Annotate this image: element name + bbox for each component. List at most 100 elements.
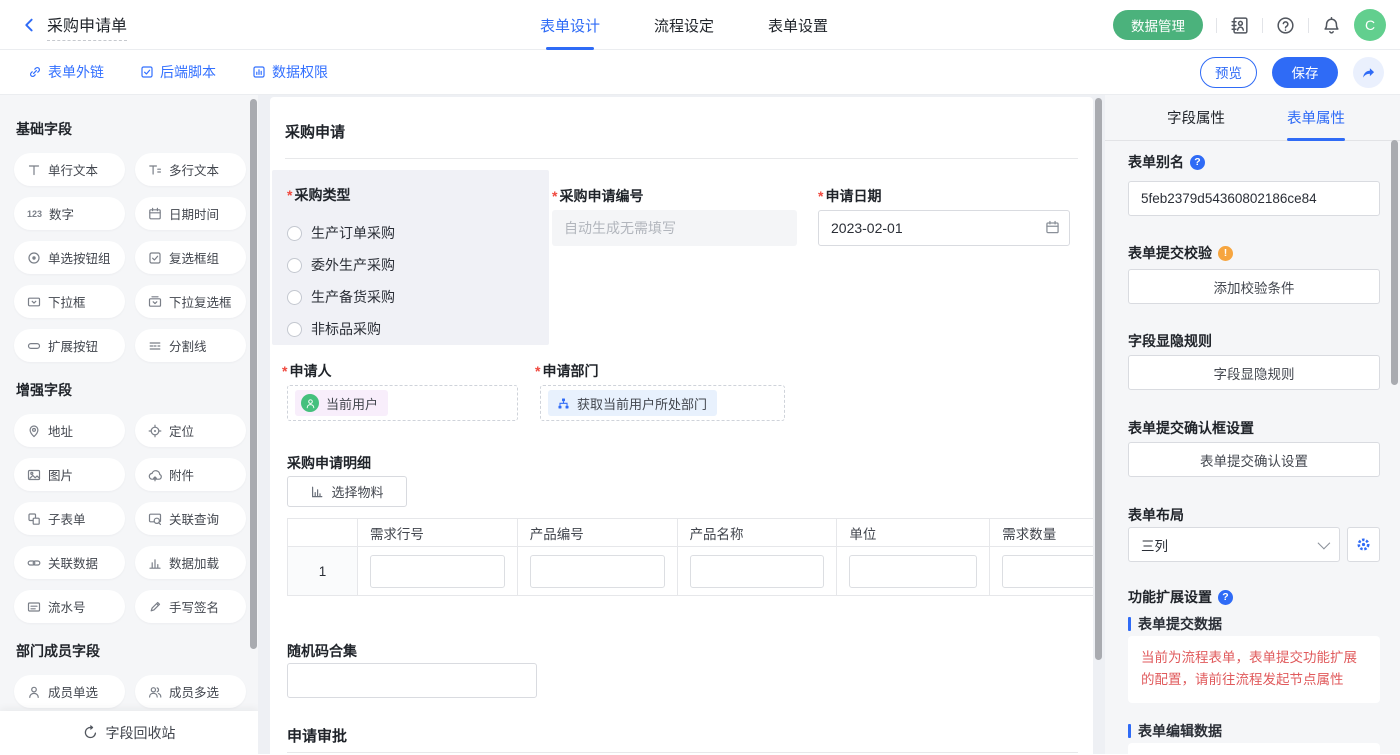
form-alias-field xyxy=(1128,181,1380,216)
field-item-image[interactable]: 图片 xyxy=(14,458,125,491)
field-item-number[interactable]: 123数字 xyxy=(14,197,125,230)
save-button[interactable]: 保存 xyxy=(1272,57,1338,88)
field-item-label: 多行文本 xyxy=(169,160,219,179)
share-button[interactable] xyxy=(1353,57,1384,88)
form-card: 采购申请 采购类型 生产订单采购 委外生产采购 生产备货采购 非标品采购 采购申… xyxy=(270,97,1093,754)
radio-option-stock[interactable]: 生产备货采购 xyxy=(287,281,549,313)
field-item-signature[interactable]: 手写签名 xyxy=(135,590,246,623)
field-item-related-data[interactable]: 关联数据 xyxy=(14,546,125,579)
select-material-button[interactable]: 选择物料 xyxy=(287,476,407,507)
page-title[interactable]: 采购申请单 xyxy=(47,12,127,41)
request-date-field xyxy=(818,210,1070,246)
contacts-book-icon[interactable] xyxy=(1230,16,1249,35)
field-item-divider[interactable]: 分割线 xyxy=(135,329,246,362)
field-item-select[interactable]: 下拉框 xyxy=(14,285,125,318)
layout-settings-button[interactable] xyxy=(1347,527,1380,562)
radio-circle-icon[interactable] xyxy=(287,322,302,337)
radio-option-nonstandard[interactable]: 非标品采购 xyxy=(287,313,549,345)
current-user-tag[interactable]: 当前用户 xyxy=(295,390,388,416)
field-item-data-load[interactable]: 数据加载 xyxy=(135,546,246,579)
field-item-radio-group[interactable]: 单选按钮组 xyxy=(14,241,125,274)
divider-lines-icon xyxy=(148,339,162,353)
canvas-scrollbar[interactable] xyxy=(1095,98,1102,660)
applicant-field[interactable]: 当前用户 xyxy=(287,385,518,421)
department-tag[interactable]: 获取当前用户所处部门 xyxy=(548,390,717,416)
layout-select[interactable]: 三列 xyxy=(1128,527,1340,562)
field-item-member-multi[interactable]: 成员多选 xyxy=(135,675,246,708)
form-section-title: 采购申请 xyxy=(285,121,345,142)
field-item-label: 分割线 xyxy=(169,336,207,355)
radio-option-production-order[interactable]: 生产订单采购 xyxy=(287,217,549,249)
radio-circle-icon[interactable] xyxy=(287,290,302,305)
request-no-input[interactable] xyxy=(552,210,797,246)
department-field[interactable]: 获取当前用户所处部门 xyxy=(540,385,785,421)
users-icon xyxy=(148,685,162,699)
radio-option-label: 生产订单采购 xyxy=(311,223,395,243)
field-item-multi-select[interactable]: 下拉复选框 xyxy=(135,285,246,318)
random-code-input[interactable] xyxy=(287,663,537,698)
radio-option-outsourced[interactable]: 委外生产采购 xyxy=(287,249,549,281)
main-tabs: 表单设计 流程设定 表单设置 xyxy=(540,0,828,50)
sidebar-scrollbar[interactable] xyxy=(250,99,257,649)
field-item-address[interactable]: 地址 xyxy=(14,414,125,447)
help-question-icon[interactable] xyxy=(1190,155,1205,170)
field-item-subform[interactable]: 子表单 xyxy=(14,502,125,535)
index-column-header xyxy=(288,519,358,547)
field-item-attachment[interactable]: 附件 xyxy=(135,458,246,491)
external-link-button[interactable]: 表单外链 xyxy=(28,62,104,82)
field-item-member-single[interactable]: 成员单选 xyxy=(14,675,125,708)
data-manage-button[interactable]: 数据管理 xyxy=(1113,10,1203,40)
field-item-single-line-text[interactable]: 单行文本 xyxy=(14,153,125,186)
add-validation-button[interactable]: 添加校验条件 xyxy=(1128,269,1380,304)
back-icon[interactable] xyxy=(22,17,37,32)
tab-field-properties[interactable]: 字段属性 xyxy=(1167,95,1225,140)
field-item-checkbox-group[interactable]: 复选框组 xyxy=(135,241,246,274)
quantity-cell-input[interactable] xyxy=(1002,555,1093,588)
field-item-label: 定位 xyxy=(169,421,194,440)
field-item-label: 关联查询 xyxy=(169,509,219,528)
radio-circle-icon[interactable] xyxy=(287,226,302,241)
recycle-label: 字段回收站 xyxy=(106,723,176,743)
share-icon xyxy=(1361,65,1376,80)
warning-icon[interactable] xyxy=(1218,246,1233,261)
field-item-extend-button[interactable]: 扩展按钮 xyxy=(14,329,125,362)
section-title-enhanced-fields: 增强字段 xyxy=(16,380,246,400)
tab-flow-setting[interactable]: 流程设定 xyxy=(654,0,714,50)
edit-data-box xyxy=(1128,743,1380,754)
user-avatar[interactable]: C xyxy=(1354,9,1386,41)
visibility-rules-button[interactable]: 字段显隐规则 xyxy=(1128,355,1380,390)
panel-scrollbar[interactable] xyxy=(1391,140,1398,385)
field-item-label: 扩展按钮 xyxy=(48,336,98,355)
field-item-related-query[interactable]: 关联查询 xyxy=(135,502,246,535)
radio-circle-icon[interactable] xyxy=(287,258,302,273)
tab-form-properties[interactable]: 表单属性 xyxy=(1287,95,1345,140)
help-question-icon[interactable] xyxy=(1218,590,1233,605)
confirm-box-button[interactable]: 表单提交确认设置 xyxy=(1128,442,1380,477)
tab-form-design[interactable]: 表单设计 xyxy=(540,0,600,50)
field-item-datetime[interactable]: 日期时间 xyxy=(135,197,246,230)
preview-button[interactable]: 预览 xyxy=(1200,57,1257,88)
product-name-cell-input[interactable] xyxy=(690,555,825,588)
notification-bell-icon[interactable] xyxy=(1322,16,1341,35)
unit-cell-input[interactable] xyxy=(849,555,977,588)
field-item-serial-number[interactable]: 流水号 xyxy=(14,590,125,623)
chart-icon xyxy=(310,485,324,499)
field-item-location[interactable]: 定位 xyxy=(135,414,246,447)
field-purchase-type[interactable]: 采购类型 生产订单采购 委外生产采购 生产备货采购 非标品采购 xyxy=(272,170,549,345)
divider xyxy=(1216,18,1217,33)
request-date-input[interactable] xyxy=(818,210,1070,246)
form-alias-input[interactable] xyxy=(1128,181,1380,216)
radio-option-label: 委外生产采购 xyxy=(311,255,395,275)
field-recycle-bin[interactable]: 字段回收站 xyxy=(0,711,258,754)
form-designer-app: 采购申请单 表单设计 流程设定 表单设置 数据管理 C 表单外链 后端脚本 数据… xyxy=(0,0,1400,755)
help-icon[interactable] xyxy=(1276,16,1295,35)
line-no-cell-input[interactable] xyxy=(370,555,505,588)
tab-form-setting[interactable]: 表单设置 xyxy=(768,0,828,50)
gear-icon xyxy=(1356,537,1371,552)
data-permission-button[interactable]: 数据权限 xyxy=(252,62,328,82)
visibility-rules-label: 字段显隐规则 xyxy=(1128,331,1212,351)
product-no-cell-input[interactable] xyxy=(530,555,665,588)
backend-script-button[interactable]: 后端脚本 xyxy=(140,62,216,82)
field-item-multi-line-text[interactable]: 多行文本 xyxy=(135,153,246,186)
properties-panel: 字段属性 表单属性 表单别名 表单提交校验 添加校验条件 字段显隐规则 字段显隐… xyxy=(1105,95,1400,754)
